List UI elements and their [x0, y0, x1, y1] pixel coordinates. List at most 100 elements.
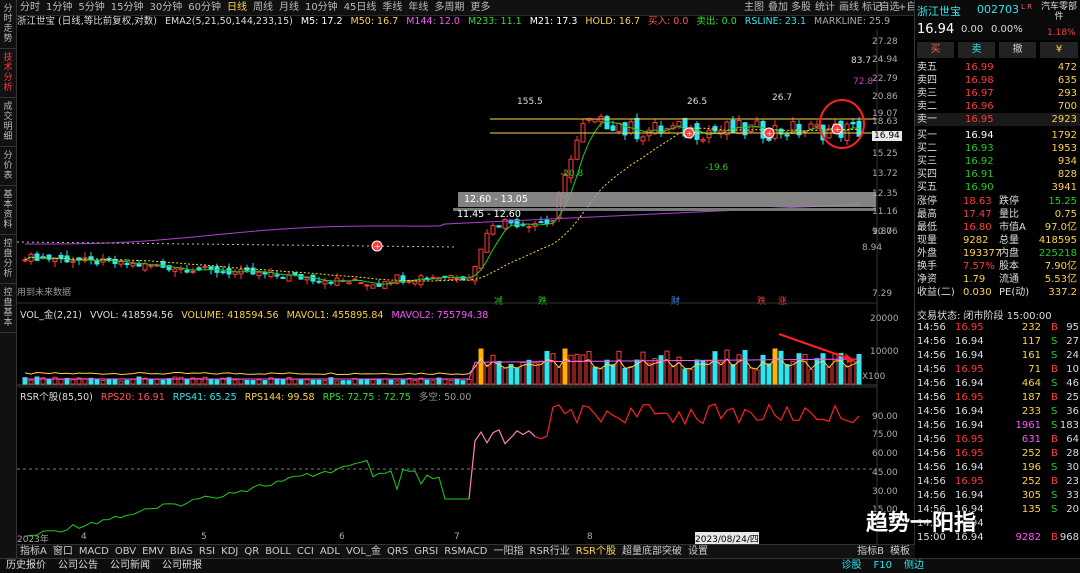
tick-volume: 233: [1021, 406, 1041, 417]
bid-row[interactable]: 买二 16.93 1953: [915, 142, 1080, 155]
watermark-text: 趋势一阳指: [866, 511, 977, 536]
period-4[interactable]: 30分钟: [146, 0, 185, 15]
ask-row[interactable]: 卖二 16.96 700: [915, 100, 1080, 113]
period-toolbar: 分时 1分钟 5分钟 15分钟 30分钟 60分钟 日线 周线 月线 10分钟 45日线 季线 年线 多周…: [17, 0, 926, 16]
status-item-0[interactable]: 历史报价: [0, 559, 52, 573]
indicator-tab-15[interactable]: RSMACD: [441, 545, 490, 559]
candle-body: [208, 266, 214, 270]
bid-row[interactable]: 买一 16.94 1792: [915, 129, 1080, 142]
tick-price: 16.94: [955, 336, 984, 347]
quote-cell: 内盘: [999, 248, 1019, 259]
indicator-tab-20[interactable]: 设置: [685, 545, 711, 559]
period-12[interactable]: 年线: [405, 0, 431, 15]
tick-volume: 71: [1028, 364, 1041, 375]
volume-bar: [532, 362, 538, 385]
indicator-tab-0[interactable]: 指标A: [17, 545, 50, 559]
side-tab-4[interactable]: 基本资料: [0, 186, 16, 235]
signal-marker-plus: +: [766, 129, 773, 138]
side-tab-6[interactable]: 控盘基本: [0, 284, 16, 333]
period-5[interactable]: 60分钟: [185, 0, 224, 15]
future-data-note: 用到未来数据: [17, 286, 71, 298]
buy-button[interactable]: 买: [917, 42, 954, 58]
status-right-2[interactable]: 侧边: [898, 559, 930, 573]
indicator-tab-13[interactable]: QRS: [384, 545, 411, 559]
indicator-tab-8[interactable]: QR: [241, 545, 262, 559]
indicator-tab-12[interactable]: VOL_金: [343, 545, 384, 559]
indicator-tab-9[interactable]: BOLL: [262, 545, 294, 559]
period-6[interactable]: 日线: [224, 0, 250, 15]
indicator-tab-2[interactable]: MACD: [76, 545, 112, 559]
status-item-3[interactable]: 公司研报: [156, 559, 208, 573]
rsr-tick: 90.00: [872, 412, 898, 422]
status-item-2[interactable]: 公司新闻: [104, 559, 156, 573]
candle-body: [364, 284, 370, 287]
side-tab-1[interactable]: 技术分析: [0, 49, 16, 98]
indicator-tab-17[interactable]: RSR行业: [527, 545, 573, 559]
tool-1[interactable]: 叠加: [768, 0, 788, 15]
indicator-tab-10[interactable]: CCI: [294, 545, 317, 559]
tool-3[interactable]: 统计: [815, 0, 835, 15]
indicator-tab-19[interactable]: 超量底部突破: [619, 545, 685, 559]
quote-row: 现量 9282 总量 418595: [915, 234, 1080, 247]
side-tab-3[interactable]: 分价表: [0, 147, 16, 186]
tool-2[interactable]: 多股: [791, 0, 811, 15]
ask-row[interactable]: 卖四 16.98 635: [915, 74, 1080, 87]
ask-row[interactable]: 卖三 16.97 293: [915, 87, 1080, 100]
bid-row[interactable]: 买五 16.90 3941: [915, 181, 1080, 194]
period-13[interactable]: 多周期: [431, 0, 467, 15]
period-14[interactable]: 更多: [467, 0, 493, 15]
markline-value: MARKLINE: 25.9: [814, 16, 891, 27]
indicator-right-0[interactable]: 指标B: [854, 545, 887, 559]
cancel-button[interactable]: 撤: [999, 42, 1036, 58]
status-right-1[interactable]: F10: [868, 559, 898, 573]
industry-label[interactable]: 汽车零部件: [1039, 2, 1079, 22]
tool-0[interactable]: 主图: [744, 0, 764, 15]
period-1[interactable]: 1分钟: [43, 0, 75, 15]
tick-volume: 464: [1021, 378, 1041, 389]
bid-row[interactable]: 买三 16.92 934: [915, 155, 1080, 168]
period-8[interactable]: 月线: [276, 0, 302, 15]
indicator-tab-4[interactable]: EMV: [139, 545, 167, 559]
candle-body: [172, 268, 178, 272]
indicator-tab-3[interactable]: OBV: [112, 545, 139, 559]
side-tab-0[interactable]: 分时走势: [0, 0, 16, 49]
tick-row: 14:56 16.94 233 S 36: [915, 405, 1080, 418]
period-11[interactable]: 季线: [379, 0, 405, 15]
indicator-tab-11[interactable]: ADL: [317, 545, 343, 559]
quote-cell: 7.57%: [963, 261, 995, 272]
side-tab-2[interactable]: 成交明细: [0, 98, 16, 147]
volume-bar: [664, 350, 670, 385]
period-9[interactable]: 10分钟: [302, 0, 341, 15]
indicator-tab-16[interactable]: 一阳指: [491, 545, 527, 559]
candle-body: [358, 282, 364, 285]
tool-6[interactable]: -自选: [876, 0, 900, 15]
up-ratio: 1.18%: [1047, 28, 1076, 38]
period-2[interactable]: 5分钟: [75, 0, 107, 15]
period-7[interactable]: 周线: [250, 0, 276, 15]
funds-button[interactable]: ¥: [1040, 42, 1078, 58]
ask-row[interactable]: 卖五 16.99 472: [915, 61, 1080, 74]
price-tick: 9.87: [872, 227, 893, 237]
tool-4[interactable]: 画线: [839, 0, 859, 15]
indicator-tab-14[interactable]: GRSI: [411, 545, 441, 559]
sell-button[interactable]: 卖: [958, 42, 995, 58]
period-3[interactable]: 15分钟: [108, 0, 147, 15]
status-right-0[interactable]: 诊股: [836, 559, 868, 573]
volume-bar: [202, 376, 208, 385]
indicator-tab-18[interactable]: RSR个股: [573, 545, 619, 559]
bid-row[interactable]: 买四 16.91 828: [915, 168, 1080, 181]
period-0[interactable]: 分时: [17, 0, 43, 15]
period-10[interactable]: 45日线: [341, 0, 380, 15]
indicator-tab-6[interactable]: RSI: [196, 545, 218, 559]
side-tab-5[interactable]: 控盘分析: [0, 235, 16, 284]
tick-row: 14:56 16.94 464 S 46: [915, 377, 1080, 390]
indicator-tab-7[interactable]: KDJ: [218, 545, 241, 559]
volume-bar: [730, 364, 736, 385]
indicator-right-1[interactable]: 模板: [887, 545, 913, 559]
indicator-tab-1[interactable]: 窗口: [50, 545, 76, 559]
volume-bar: [598, 368, 604, 385]
price-tick: 18.63: [872, 117, 898, 127]
status-item-1[interactable]: 公司公告: [52, 559, 104, 573]
ask-row[interactable]: 卖一 16.95 2923: [915, 113, 1080, 126]
indicator-tab-5[interactable]: BIAS: [167, 545, 196, 559]
